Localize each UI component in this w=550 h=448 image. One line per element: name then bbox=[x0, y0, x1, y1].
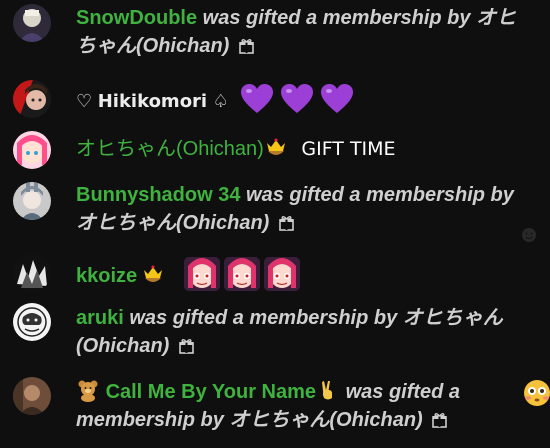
chat-message: ♡ Hikikomori ♤ bbox=[0, 76, 550, 120]
gifter-name: オヒちゃん bbox=[229, 409, 330, 431]
gift-message-continued: membership by bbox=[76, 409, 224, 431]
author-name[interactable]: SnowDouble bbox=[76, 7, 197, 29]
gift-icon bbox=[179, 334, 194, 354]
faint-smiley-icon bbox=[522, 228, 536, 242]
flushed-face-icon bbox=[524, 380, 550, 406]
gift-icon bbox=[432, 408, 448, 428]
purple-heart-icon bbox=[320, 83, 354, 115]
gifter-name: オヒちゃん bbox=[402, 307, 503, 329]
gifter-romaji: (Ohichan) bbox=[76, 335, 170, 357]
author-prefix-symbol: ♡ bbox=[76, 91, 93, 112]
crown-bowl-icon bbox=[264, 135, 288, 159]
purple-heart-icon bbox=[240, 83, 274, 115]
gift-icon bbox=[239, 34, 254, 54]
chat-message: SnowDouble was gifted a membership by オヒ… bbox=[0, 0, 550, 68]
author-name[interactable]: Hikikomori bbox=[98, 91, 207, 112]
author-name[interactable]: aruki bbox=[76, 307, 124, 329]
gifter-romaji: (Ohichan) bbox=[176, 212, 270, 234]
pink-character-sticker-icon bbox=[183, 256, 221, 292]
chat-message: aruki was gifted a membership by オヒちゃん (O… bbox=[0, 302, 550, 368]
gift-icon bbox=[279, 211, 294, 231]
avatar[interactable] bbox=[13, 303, 51, 341]
author-name[interactable]: kkoize bbox=[76, 265, 137, 287]
chat-list: SnowDouble was gifted a membership by オヒ… bbox=[0, 0, 550, 448]
gift-message: was gifted a bbox=[345, 381, 461, 403]
gift-message: was gifted a membership by bbox=[202, 7, 471, 29]
chat-message: kkoize bbox=[0, 250, 550, 294]
teddy-bear-icon bbox=[76, 378, 100, 402]
gift-message: was gifted a membership by bbox=[246, 184, 514, 206]
purple-heart-icon bbox=[280, 83, 314, 115]
author-name[interactable]: Call Me By Your Name bbox=[106, 381, 316, 403]
gift-message: was gifted a membership by bbox=[129, 307, 398, 329]
avatar[interactable] bbox=[13, 80, 51, 118]
gifter-romaji: (Ohichan) bbox=[136, 35, 230, 57]
gifter-romaji: (Ohichan) bbox=[329, 409, 423, 431]
author-name[interactable]: Bunnyshadow 34 bbox=[76, 184, 240, 206]
avatar[interactable] bbox=[13, 4, 51, 42]
pink-character-sticker-icon bbox=[263, 256, 301, 292]
chat-message: オヒちゃん(Ohichan) GIFT TIME bbox=[0, 128, 550, 172]
avatar[interactable] bbox=[13, 377, 51, 415]
gifter-name: オヒちゃん bbox=[76, 212, 176, 234]
avatar[interactable] bbox=[13, 254, 51, 292]
avatar[interactable] bbox=[13, 182, 51, 220]
author-suffix-symbol: ♤ bbox=[212, 91, 229, 112]
chat-message: Call Me By Your Name was gifted a member… bbox=[0, 376, 550, 440]
crown-bowl-icon bbox=[141, 262, 165, 286]
victory-hand-icon bbox=[316, 378, 340, 402]
chat-message: Bunnyshadow 34 was gifted a membership b… bbox=[0, 178, 550, 240]
avatar[interactable] bbox=[13, 131, 51, 169]
author-name[interactable]: オヒちゃん(Ohichan) bbox=[76, 138, 264, 160]
pink-character-sticker-icon bbox=[223, 256, 261, 292]
message-text: GIFT TIME bbox=[301, 138, 396, 160]
